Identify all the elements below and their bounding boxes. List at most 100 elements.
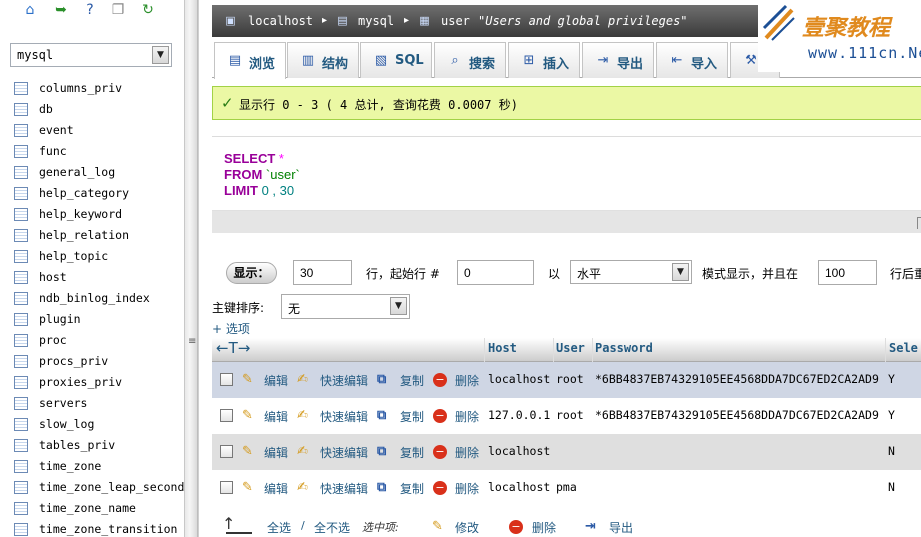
breadcrumb-database[interactable]: mysql	[358, 14, 394, 28]
edit-link[interactable]: 编辑	[264, 444, 288, 461]
quick-edit-icon[interactable]: ✍	[297, 480, 308, 495]
sidebar-item-label[interactable]: slow_log	[39, 417, 94, 431]
sidebar-item-label[interactable]: ndb_binlog_index	[39, 291, 150, 305]
sidebar-item-help-keyword[interactable]: help_keyword	[0, 204, 184, 225]
bulk-export-button[interactable]: 导出	[609, 519, 633, 536]
tab-export[interactable]: ⇥ 导出	[582, 42, 654, 78]
docs-icon[interactable]: ❐	[110, 2, 126, 18]
table-icon[interactable]	[14, 481, 28, 494]
sidebar-item-label[interactable]: servers	[39, 396, 87, 410]
column-header-select-priv[interactable]: Sele	[889, 341, 918, 355]
delete-icon[interactable]: −	[433, 409, 447, 423]
repeat-headers-input[interactable]: 100	[818, 260, 877, 285]
column-header-host[interactable]: Host	[488, 341, 517, 355]
sort-by-key-select[interactable]: 无 ▼	[281, 294, 410, 319]
chevron-down-icon[interactable]: ▼	[152, 46, 169, 64]
sidebar-item-time-zone-transition[interactable]: time_zone_transition	[0, 519, 184, 537]
sidebar-item-label[interactable]: columns_priv	[39, 81, 122, 95]
check-all-link[interactable]: 全选	[267, 519, 291, 536]
breadcrumb-server[interactable]: localhost	[248, 14, 313, 28]
panel-splitter[interactable]: ≡	[184, 0, 198, 537]
quick-edit-link[interactable]: 快速编辑	[320, 444, 368, 461]
copy-icon[interactable]: ⧉	[377, 408, 386, 423]
table-icon[interactable]	[14, 439, 28, 452]
sidebar-item-label[interactable]: host	[39, 270, 67, 284]
delete-icon[interactable]: −	[433, 373, 447, 387]
copy-link[interactable]: 复制	[400, 480, 424, 497]
table-icon[interactable]	[14, 271, 28, 284]
sidebar-item-label[interactable]: db	[39, 102, 53, 116]
quick-edit-icon[interactable]: ✍	[297, 408, 308, 423]
sidebar-item-db[interactable]: db	[0, 99, 184, 120]
sidebar-item-label[interactable]: time_zone_transition	[39, 522, 177, 536]
bulk-delete-button[interactable]: 删除	[532, 519, 556, 536]
table-icon[interactable]	[14, 82, 28, 95]
column-header-password[interactable]: Password	[595, 341, 653, 355]
table-icon[interactable]	[14, 418, 28, 431]
sidebar-item-label[interactable]: time_zone_leap_second	[39, 480, 184, 494]
table-icon[interactable]	[14, 187, 28, 200]
sidebar-item-event[interactable]: event	[0, 120, 184, 141]
table-icon[interactable]	[14, 376, 28, 389]
table-icon[interactable]	[14, 460, 28, 473]
table-icon[interactable]	[14, 313, 28, 326]
tab-search[interactable]: ⌕ 搜索	[434, 42, 506, 78]
sidebar-item-help-category[interactable]: help_category	[0, 183, 184, 204]
edit-link[interactable]: 编辑	[264, 480, 288, 497]
copy-icon[interactable]: ⧉	[377, 372, 386, 387]
sidebar-item-procs-priv[interactable]: procs_priv	[0, 351, 184, 372]
table-icon[interactable]	[14, 124, 28, 137]
quick-edit-link[interactable]: 快速编辑	[320, 408, 368, 425]
table-icon[interactable]	[14, 502, 28, 515]
resize-handle[interactable]	[917, 217, 921, 229]
start-row-input[interactable]: 0	[457, 260, 534, 285]
table-icon[interactable]	[14, 334, 28, 347]
sidebar-item-servers[interactable]: servers	[0, 393, 184, 414]
table-icon[interactable]	[14, 250, 28, 263]
row-checkbox[interactable]	[220, 445, 233, 458]
pencil-icon[interactable]: ✎	[242, 480, 253, 495]
copy-link[interactable]: 复制	[400, 372, 424, 389]
show-button[interactable]: 显示：	[226, 262, 277, 284]
table-icon[interactable]	[14, 208, 28, 221]
quick-edit-icon[interactable]: ✍	[297, 372, 308, 387]
table-icon[interactable]	[14, 523, 28, 536]
sidebar-item-func[interactable]: func	[0, 141, 184, 162]
row-checkbox[interactable]	[220, 481, 233, 494]
tab-browse[interactable]: ▤ 浏览	[214, 42, 286, 79]
table-icon[interactable]	[14, 397, 28, 410]
sidebar-item-label[interactable]: tables_priv	[39, 438, 115, 452]
rows-count-input[interactable]: 30	[293, 260, 352, 285]
quick-edit-link[interactable]: 快速编辑	[320, 372, 368, 389]
sidebar-item-label[interactable]: time_zone_name	[39, 501, 136, 515]
sidebar-item-label[interactable]: plugin	[39, 312, 81, 326]
copy-link[interactable]: 复制	[400, 408, 424, 425]
options-link[interactable]: + 选项	[212, 320, 250, 337]
sidebar-item-label[interactable]: func	[39, 144, 67, 158]
breadcrumb-table[interactable]: user	[441, 14, 470, 28]
pencil-icon[interactable]: ✎	[432, 519, 443, 534]
tab-sql[interactable]: ▧ SQL	[360, 42, 432, 78]
sidebar-item-time-zone[interactable]: time_zone	[0, 456, 184, 477]
sidebar-item-plugin[interactable]: plugin	[0, 309, 184, 330]
delete-icon[interactable]: −	[509, 520, 523, 534]
delete-link[interactable]: 删除	[455, 408, 479, 425]
sidebar-item-proc[interactable]: proc	[0, 330, 184, 351]
table-icon[interactable]	[14, 166, 28, 179]
help-icon[interactable]: ?	[82, 2, 98, 18]
copy-link[interactable]: 复制	[400, 444, 424, 461]
delete-link[interactable]: 删除	[455, 444, 479, 461]
pencil-icon[interactable]: ✎	[242, 444, 253, 459]
sidebar-item-label[interactable]: help_keyword	[39, 207, 122, 221]
edit-link[interactable]: 编辑	[264, 408, 288, 425]
edit-link[interactable]: 编辑	[264, 372, 288, 389]
delete-link[interactable]: 删除	[455, 372, 479, 389]
sidebar-item-tables-priv[interactable]: tables_priv	[0, 435, 184, 456]
tab-import[interactable]: ⇤ 导入	[656, 42, 728, 78]
home-icon[interactable]: ⌂	[22, 2, 38, 18]
table-icon[interactable]	[14, 229, 28, 242]
row-checkbox[interactable]	[220, 373, 233, 386]
column-header-user[interactable]: User	[556, 341, 585, 355]
sidebar-item-time-zone-name[interactable]: time_zone_name	[0, 498, 184, 519]
logout-icon[interactable]: ➥	[53, 2, 69, 18]
